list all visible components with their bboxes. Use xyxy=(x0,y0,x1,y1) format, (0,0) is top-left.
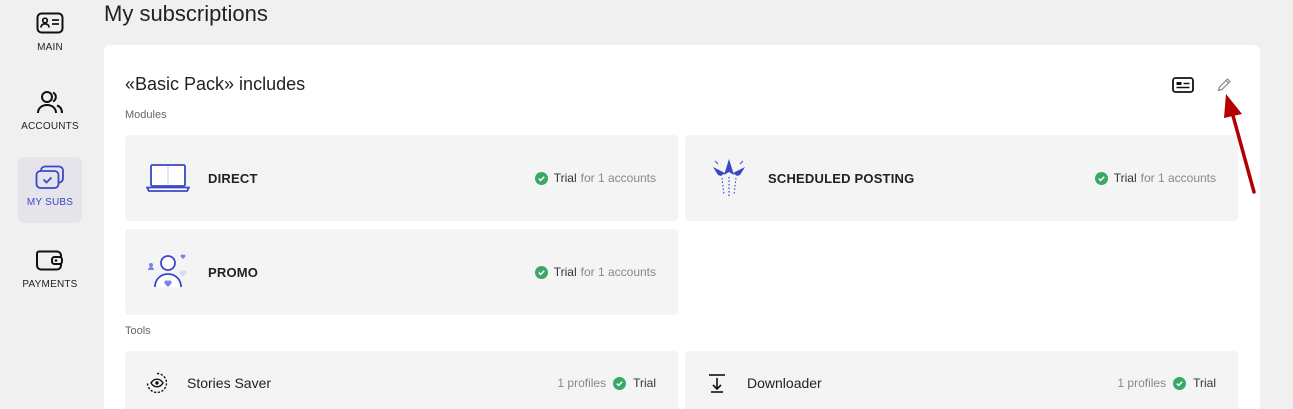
pencil-icon xyxy=(1216,77,1232,93)
sidebar-item-label: ACCOUNTS xyxy=(21,121,79,132)
module-tile-direct[interactable]: DIRECT Trial for 1 accounts xyxy=(125,135,678,221)
status-label: Trial xyxy=(1193,376,1216,390)
tool-status: 1 profiles Trial xyxy=(557,376,656,390)
status-detail: for 1 accounts xyxy=(580,171,656,185)
sidebar-item-label: PAYMENTS xyxy=(22,279,78,290)
check-circle-icon xyxy=(534,171,548,185)
sidebar-item-my-subs[interactable]: MY SUBS xyxy=(18,157,82,223)
check-circle-icon xyxy=(1094,171,1108,185)
module-status: Trial for 1 accounts xyxy=(534,265,656,279)
tool-name: Downloader xyxy=(747,375,822,391)
subscriptions-icon xyxy=(35,165,65,191)
laptop-icon xyxy=(145,159,191,197)
check-circle-icon xyxy=(613,376,627,390)
sidebar-item-accounts[interactable]: ACCOUNTS xyxy=(18,81,82,147)
person-hearts-icon xyxy=(145,251,191,293)
module-status: Trial for 1 accounts xyxy=(534,171,656,185)
module-status: Trial for 1 accounts xyxy=(1094,171,1216,185)
check-circle-icon xyxy=(1173,376,1187,390)
card-icon xyxy=(1172,77,1194,93)
tool-tile-downloader[interactable]: Downloader 1 profiles Trial xyxy=(685,351,1238,409)
module-tile-scheduled-posting[interactable]: SCHEDULED POSTING Trial for 1 accounts xyxy=(685,135,1238,221)
check-circle-icon xyxy=(534,265,548,279)
tools-label: Tools xyxy=(125,325,151,337)
module-name: PROMO xyxy=(208,265,259,280)
status-detail: for 1 accounts xyxy=(580,265,656,279)
status-label: Trial xyxy=(1113,171,1137,185)
tool-tile-stories-saver[interactable]: Stories Saver 1 profiles Trial xyxy=(125,351,678,409)
wallet-icon xyxy=(35,247,65,273)
users-icon xyxy=(35,89,65,115)
sidebar: MAIN ACCOUNTS MY SUBS PAYMENTS xyxy=(0,0,100,409)
tool-profiles: 1 profiles xyxy=(557,376,607,390)
module-tile-promo[interactable]: PROMO Trial for 1 accounts xyxy=(125,229,678,315)
eye-circle-icon xyxy=(145,371,169,395)
tool-status: 1 profiles Trial xyxy=(1117,376,1216,390)
status-label: Trial xyxy=(553,171,577,185)
sidebar-item-label: MAIN xyxy=(37,42,63,53)
id-card-icon xyxy=(35,10,65,36)
annotation-arrow-icon xyxy=(1224,94,1256,194)
status-label: Trial xyxy=(553,265,577,279)
tool-profiles: 1 profiles xyxy=(1117,376,1167,390)
module-name: SCHEDULED POSTING xyxy=(768,171,915,186)
page-title: My subscriptions xyxy=(104,1,268,26)
status-detail: for 1 accounts xyxy=(1140,171,1216,185)
subscription-card: «Basic Pack» includes Modules DIRECT Tri… xyxy=(104,45,1260,409)
paper-planes-icon xyxy=(707,155,751,201)
download-icon xyxy=(705,371,729,395)
sidebar-item-main[interactable]: MAIN xyxy=(18,2,82,68)
tool-name: Stories Saver xyxy=(187,375,272,391)
card-details-button[interactable] xyxy=(1172,75,1194,95)
sidebar-item-label: MY SUBS xyxy=(26,197,74,208)
status-label: Trial xyxy=(633,376,656,390)
modules-label: Modules xyxy=(125,109,167,121)
card-title: «Basic Pack» includes xyxy=(125,74,306,94)
sidebar-item-payments[interactable]: PAYMENTS xyxy=(18,239,82,305)
module-name: DIRECT xyxy=(208,171,258,186)
